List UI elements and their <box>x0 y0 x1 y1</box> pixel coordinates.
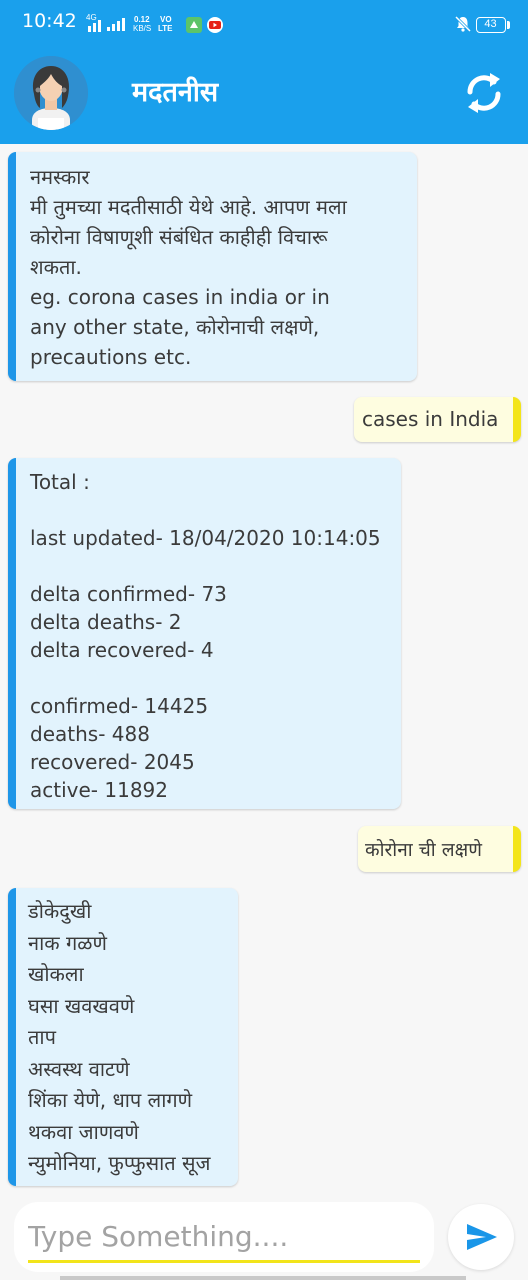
message-line: न्युमोनिया, फुप्फुसात सूज <box>28 1151 211 1175</box>
send-button[interactable] <box>448 1204 514 1270</box>
user-message-bubble: कोरोना ची लक्षणे <box>358 826 521 872</box>
mute-icon <box>454 15 472 33</box>
message-line: खोकला <box>28 962 84 986</box>
message-line: delta recovered- 4 <box>30 638 214 662</box>
message-line <box>30 552 381 580</box>
message-line: ताप <box>28 1025 56 1049</box>
send-icon <box>467 1224 497 1250</box>
message-line: मी तुमच्या मदतीसाठी येथे आहे. आपण मला <box>30 195 347 219</box>
battery-tip <box>507 21 510 29</box>
bot-message-text: डोकेदुखी नाक गळणे खोकला घसा खवखवणे ताप अ… <box>28 896 210 1180</box>
message-input[interactable] <box>28 1216 420 1256</box>
battery-level: 43 <box>484 18 497 30</box>
speed-value: 0.12 <box>134 15 150 24</box>
avatar[interactable] <box>14 56 88 130</box>
message-line <box>30 496 381 524</box>
message-line: शिंका येणे, धाप लागणे <box>28 1088 193 1112</box>
message-line <box>30 664 381 692</box>
bot-message-text: नमस्कार मी तुमच्या मदतीसाठी येथे आहे. आप… <box>30 162 347 372</box>
message-line: recovered- 2045 <box>30 750 195 774</box>
input-underline <box>28 1260 420 1263</box>
app-bar: मदतनीस <box>0 44 528 144</box>
bot-message-bubble: डोकेदुखी नाक गळणे खोकला घसा खवखवणे ताप अ… <box>8 888 238 1186</box>
message-line: confirmed- 14425 <box>30 694 209 718</box>
message-line: precautions etc. <box>30 345 192 369</box>
status-time: 10:42 <box>22 10 77 32</box>
message-line: any other state, कोरोनाची लक्षणे, <box>30 315 320 339</box>
bot-message-bubble: नमस्कार मी तुमच्या मदतीसाठी येथे आहे. आप… <box>8 152 417 381</box>
message-line: डोकेदुखी <box>28 899 92 923</box>
message-line: अस्वस्थ वाटणे <box>28 1056 130 1081</box>
youtube-icon <box>207 17 223 33</box>
app-title: मदतनीस <box>132 77 219 108</box>
lte-label: LTE <box>158 24 173 33</box>
vo-label: VO <box>160 15 172 24</box>
message-line: eg. corona cases in india or in <box>30 285 330 309</box>
battery-icon: 43 <box>476 17 506 33</box>
user-message-text: cases in India <box>362 407 499 431</box>
user-message-text: कोरोना ची लक्षणे <box>365 839 482 861</box>
message-line: active- 11892 <box>30 778 168 802</box>
message-line: last updated- 18/04/2020 10:14:05 <box>30 526 381 550</box>
message-line: थकवा जाणवणे <box>28 1119 139 1144</box>
status-bar: 10:42 4G 0.12 KB/S VO LTE 43 <box>0 0 528 44</box>
user-message-bubble: cases in India <box>354 397 521 442</box>
bot-message-text: Total : last updated- 18/04/2020 10:14:0… <box>30 468 381 804</box>
message-line: deaths- 488 <box>30 722 150 746</box>
speed-unit: KB/S <box>133 24 152 33</box>
bot-message-bubble: Total : last updated- 18/04/2020 10:14:0… <box>8 458 401 809</box>
message-line: कोरोना विषाणूशी संबंधित काहीही विचारू <box>30 225 328 249</box>
signal-2-icon <box>107 18 125 31</box>
avatar-illustration <box>14 56 88 130</box>
navigation-bar <box>60 1276 466 1280</box>
message-line: delta confirmed- 73 <box>30 582 227 606</box>
message-line: घसा खवखवणे <box>28 993 135 1018</box>
message-line: नमस्कार <box>30 165 90 189</box>
message-input-container <box>14 1202 434 1272</box>
refresh-icon[interactable] <box>460 64 508 120</box>
message-line: शकता. <box>30 255 82 279</box>
signal-icon <box>88 20 101 32</box>
message-line: नाक गळणे <box>28 930 107 955</box>
app-notification-icon <box>186 17 202 33</box>
message-line: Total : <box>30 470 90 494</box>
message-line: delta deaths- 2 <box>30 610 182 634</box>
